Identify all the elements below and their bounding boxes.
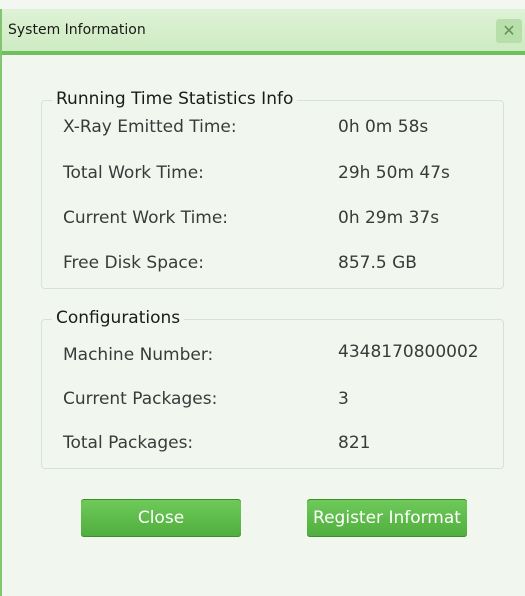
- total-work-value: 29h 50m 47s: [338, 163, 450, 183]
- current-work-value: 0h 29m 37s: [338, 208, 440, 228]
- window-title: System Information: [8, 22, 146, 38]
- register-information-button[interactable]: Register Informat: [307, 499, 467, 537]
- free-disk-label: Free Disk Space:: [63, 253, 204, 273]
- title-bar: System Information ✕: [2, 9, 525, 55]
- total-packages-value: 821: [338, 433, 371, 453]
- close-button[interactable]: Close: [81, 499, 241, 537]
- total-packages-label: Total Packages:: [63, 433, 194, 453]
- system-information-dialog: System Information ✕ Running Time Statis…: [0, 9, 525, 596]
- current-packages-label: Current Packages:: [63, 389, 218, 409]
- configurations-group: Configurations Machine Number: 434817080…: [41, 308, 504, 469]
- xray-emitted-value: 0h 0m 58s: [338, 117, 429, 137]
- current-work-label: Current Work Time:: [63, 208, 229, 228]
- current-packages-value: 3: [338, 389, 349, 409]
- machine-number-label: Machine Number:: [63, 345, 214, 365]
- running-time-group: Running Time Statistics Info X-Ray Emitt…: [41, 89, 504, 289]
- xray-emitted-label: X-Ray Emitted Time:: [63, 117, 237, 137]
- machine-number-value: 4348170800002: [338, 342, 479, 362]
- close-icon[interactable]: ✕: [496, 19, 522, 43]
- running-time-title: Running Time Statistics Info: [52, 89, 298, 109]
- configurations-title: Configurations: [52, 308, 185, 328]
- total-work-label: Total Work Time:: [63, 163, 204, 183]
- free-disk-value: 857.5 GB: [338, 253, 417, 273]
